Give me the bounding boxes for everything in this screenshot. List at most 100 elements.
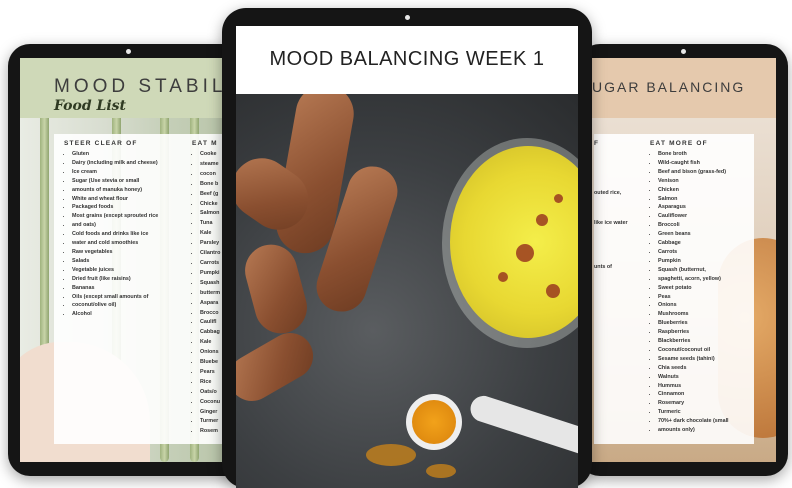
right-title: UGAR BALANCING	[592, 79, 746, 95]
cinnamon-sprinkle	[536, 214, 548, 226]
turmeric-root	[239, 238, 313, 340]
list-item: Beef and bison (grass-fed)	[658, 168, 729, 177]
list-item: butterm	[200, 289, 220, 299]
list-item: Peas	[658, 293, 729, 302]
right-fragment: unts of	[594, 264, 612, 270]
list-item: Cold foods and drinks like ice	[72, 230, 158, 239]
list-item: Kale	[200, 229, 220, 239]
list-item: Pumpkin	[658, 257, 729, 266]
turmeric-dust	[426, 464, 456, 478]
list-item: Onions	[658, 301, 729, 310]
center-screen: MOOD BALANCING WEEK 1	[236, 26, 578, 488]
list-item: Packaged foods	[72, 203, 158, 212]
left-tablet: MOOD STABIL Food List STEER CLEAR OF Glu…	[8, 44, 248, 476]
list-item: Oats/o	[200, 388, 220, 398]
list-item: Cabbage	[658, 239, 729, 248]
list-item: Carrots	[200, 259, 220, 269]
list-item: Chia seeds	[658, 364, 729, 373]
list-item: Salads	[72, 257, 158, 266]
list-item: Aspara	[200, 299, 220, 309]
right-eat-more-list: Bone brothWild-caught fishBeef and bison…	[650, 150, 729, 435]
list-item: Carrots	[658, 248, 729, 257]
list-item: Dairy (including milk and cheese)	[72, 159, 158, 168]
right-food-list-card: F outed rice, like ice water unts of EAT…	[594, 134, 754, 444]
list-item: Sugar (Use stevia or small	[72, 177, 158, 186]
turmeric-powder	[412, 400, 456, 444]
list-item: Blackberries	[658, 337, 729, 346]
right-tablet: UGAR BALANCING F outed rice, like ice wa…	[578, 44, 788, 476]
title-bar: MOOD BALANCING WEEK 1	[236, 26, 578, 94]
list-item: Salmon	[658, 195, 729, 204]
list-item: Most grains (except sprouted rice	[72, 212, 158, 221]
list-item: Vegetable juices	[72, 266, 158, 275]
center-tablet: MOOD BALANCING WEEK 1	[222, 8, 592, 488]
list-item: Rice	[200, 378, 220, 388]
list-item: Dried fruit (like raisins)	[72, 275, 158, 284]
list-item: steame	[200, 160, 220, 170]
left-food-list-card: STEER CLEAR OF GlutenDairy (including mi…	[54, 134, 232, 444]
left-subtitle: Food List	[54, 98, 127, 114]
steer-clear-list: GlutenDairy (including milk and cheese)I…	[64, 150, 158, 319]
list-item: Cilantro	[200, 249, 220, 259]
list-item: Cooke	[200, 150, 220, 160]
right-eat-more-heading: EAT MORE OF	[650, 140, 708, 147]
list-item: Caulifl	[200, 318, 220, 328]
list-item: Rosem	[200, 427, 220, 437]
steer-clear-heading: STEER CLEAR OF	[64, 140, 138, 147]
page-title: MOOD BALANCING WEEK 1	[269, 48, 545, 70]
list-item: Chicken	[658, 186, 729, 195]
list-item: Oils (except small amounts of	[72, 293, 158, 302]
list-item: water and cold smoothies	[72, 239, 158, 248]
turmeric-latte-photo	[236, 94, 578, 488]
cinnamon-sprinkle	[546, 284, 560, 298]
camera-dot	[126, 49, 131, 54]
list-item: Mushrooms	[658, 310, 729, 319]
list-item: Squash (butternut,	[658, 266, 729, 275]
camera-dot	[681, 49, 686, 54]
list-item: Squash	[200, 279, 220, 289]
list-item: Ice cream	[72, 168, 158, 177]
camera-dot	[405, 15, 410, 20]
list-item: Cauliflower	[658, 212, 729, 221]
eat-more-heading: EAT M	[192, 140, 218, 147]
cinnamon-sprinkle	[554, 194, 563, 203]
list-item: Coconut/coconut oil	[658, 346, 729, 355]
cinnamon-sprinkle	[516, 244, 534, 262]
list-item: Bone broth	[658, 150, 729, 159]
list-item: Salmon	[200, 209, 220, 219]
list-item: Green beans	[658, 230, 729, 239]
list-item: White and wheat flour	[72, 195, 158, 204]
list-item: Cinnamon	[658, 390, 729, 399]
right-fragment: like ice water	[594, 220, 628, 226]
list-item: Raw vegetables	[72, 248, 158, 257]
list-item: Pumpki	[200, 269, 220, 279]
list-item: Sweet potato	[658, 284, 729, 293]
list-item: Pears	[200, 368, 220, 378]
list-item: Alcohol	[72, 310, 158, 319]
list-item: Raspberries	[658, 328, 729, 337]
list-item: Cabbag	[200, 328, 220, 338]
list-item: Turmeric	[658, 408, 729, 417]
right-left-heading-fragment: F	[594, 140, 600, 147]
eat-more-list: CookesteamecoconBone bBeef (gChickeSalmo…	[192, 150, 220, 437]
list-item: cocon	[200, 170, 220, 180]
left-screen: MOOD STABIL Food List STEER CLEAR OF Glu…	[20, 58, 232, 462]
list-item: Bananas	[72, 284, 158, 293]
cinnamon-sprinkle	[498, 272, 508, 282]
list-item: Rosemary	[658, 399, 729, 408]
list-item: amounts only)	[658, 426, 729, 435]
list-item: Brocco	[200, 309, 220, 319]
list-item: Ginger	[200, 408, 220, 418]
list-item: spaghetti, acorn, yellow)	[658, 275, 729, 284]
list-item: coconut/olive oil)	[72, 301, 158, 310]
turmeric-root	[236, 324, 322, 410]
list-item: Walnuts	[658, 373, 729, 382]
list-item: Bluebe	[200, 358, 220, 368]
list-item: Kale	[200, 338, 220, 348]
list-item: Beef (g	[200, 190, 220, 200]
list-item: Blueberries	[658, 319, 729, 328]
turmeric-dust	[366, 444, 416, 466]
right-screen: UGAR BALANCING F outed rice, like ice wa…	[578, 58, 776, 462]
list-item: 70%+ dark chocolate (small	[658, 417, 729, 426]
list-item: Sesame seeds (tahini)	[658, 355, 729, 364]
